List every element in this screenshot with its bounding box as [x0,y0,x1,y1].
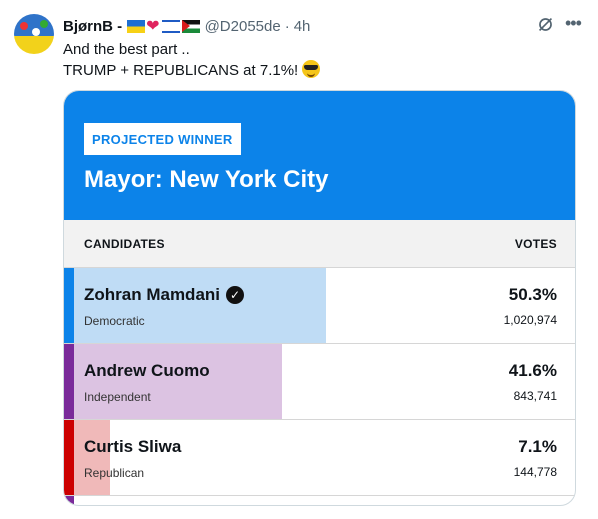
vote-share-bar [74,420,110,495]
tweet-text-line2: TRUMP + REPUBLICANS at 7.1%! [63,60,321,81]
candidate-party: Democratic [84,314,145,328]
table-header: CANDIDATES VOTES [64,220,575,268]
vote-share-bar [74,268,326,343]
user-handle[interactable]: @D2055de [205,18,281,35]
candidate-name: Zohran Mamdani [84,285,221,304]
next-row-stripe [64,496,74,505]
separator-dot: · [284,17,290,35]
vote-share-bar [74,344,282,419]
tweet-text: And the best part .. TRUMP + REPUBLICANS… [63,40,321,81]
column-candidates: CANDIDATES [84,237,165,251]
election-results-card[interactable]: PROJECTED WINNER Mayor: New York City CA… [63,90,576,506]
tweet[interactable]: BjørnB - ❤ @D2055de · 4h ••• And the bes… [0,0,598,519]
candidate-row: Zohran Mamdani ✓ Democratic 50.3% 1,020,9… [64,268,575,344]
candidate-name-wrap: Andrew Cuomo [84,361,210,381]
candidate-name-wrap: Zohran Mamdani ✓ [84,285,245,305]
results-banner: PROJECTED WINNER Mayor: New York City [64,91,575,220]
winner-check-icon: ✓ [226,286,245,304]
vote-percentage: 7.1% [518,437,557,456]
ukraine-flag-icon [127,19,146,33]
tweet-header: BjørnB - ❤ @D2055de · 4h [63,16,310,36]
candidate-party: Republican [84,466,145,480]
party-color-stripe [64,268,74,343]
avatar[interactable] [14,14,54,54]
projected-winner-badge: PROJECTED WINNER [84,123,241,155]
palestine-flag-icon [181,19,200,33]
candidate-name: Andrew Cuomo [84,361,210,380]
candidate-row: Andrew Cuomo Independent 41.6% 843,741 [64,344,575,420]
vote-count: 843,741 [513,389,557,403]
party-color-stripe [64,420,74,495]
column-votes: VOTES [514,237,557,251]
grok-icon[interactable] [537,16,554,38]
candidate-party: Independent [84,390,151,404]
race-title: Mayor: New York City [84,166,329,193]
red-heart-icon: ❤ [146,18,160,35]
tweet-text-line1: And the best part .. [63,41,190,58]
candidate-row: Curtis Sliwa Republican 7.1% 144,778 [64,420,575,496]
vote-percentage: 50.3% [508,285,557,304]
display-name[interactable]: BjørnB - [63,18,122,35]
sunglasses-emoji-icon [302,60,321,78]
israel-flag-icon [161,19,180,33]
candidate-name: Curtis Sliwa [84,437,182,456]
vote-count: 1,020,974 [503,313,557,327]
candidate-name-wrap: Curtis Sliwa [84,437,181,457]
party-color-stripe [64,344,74,419]
more-icon[interactable]: ••• [565,13,582,34]
timestamp[interactable]: 4h [294,18,311,35]
vote-count: 144,778 [513,465,557,479]
vote-percentage: 41.6% [508,361,557,380]
